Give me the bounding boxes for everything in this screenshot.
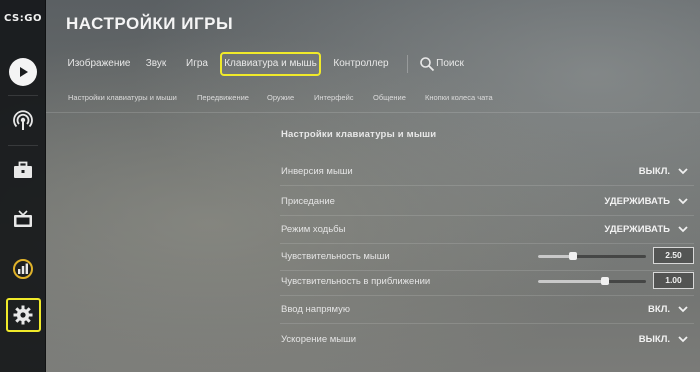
- tab-controller[interactable]: Контроллер: [333, 52, 389, 76]
- setting-value: УДЕРЖИВАТЬ: [604, 224, 670, 235]
- subtab-communication[interactable]: Общение: [373, 93, 406, 102]
- slider-thumb[interactable]: [600, 277, 609, 285]
- tab-separator: [407, 55, 408, 73]
- sidebar-divider: [8, 145, 38, 146]
- stats-icon: [13, 259, 33, 279]
- watch-tv-button[interactable]: [8, 204, 38, 234]
- subtab-interface[interactable]: Интерфейс: [314, 93, 354, 102]
- search-button[interactable]: Поиск: [436, 52, 464, 76]
- setting-label: Режим ходьбы: [281, 224, 346, 235]
- settings-highlight: [6, 298, 41, 332]
- search-icon[interactable]: [419, 56, 435, 72]
- tv-icon: [14, 209, 32, 227]
- play-button[interactable]: [8, 57, 38, 87]
- setting-value: ВКЛ.: [648, 304, 670, 315]
- tab-game[interactable]: Игра: [185, 52, 209, 76]
- subtab-movement[interactable]: Передвижение: [197, 93, 249, 102]
- briefcase-icon: [14, 161, 32, 178]
- header-divider: [46, 112, 700, 113]
- chevron-down-icon: [678, 168, 688, 175]
- section-title: Настройки клавиатуры и мыши: [281, 129, 437, 140]
- chevron-down-icon: [678, 336, 688, 343]
- setting-value: ВЫКЛ.: [638, 334, 670, 345]
- sidebar-divider: [8, 95, 38, 96]
- setting-row-crouch[interactable]: Приседание УДЕРЖИВАТЬ: [280, 187, 694, 216]
- zoom-sensitivity-input[interactable]: 1.00: [653, 272, 694, 289]
- setting-row-invert-mouse[interactable]: Инверсия мыши ВЫКЛ.: [280, 157, 694, 186]
- setting-row-zoom-sensitivity: Чувствительность в приближении 1.00: [280, 267, 694, 296]
- chevron-down-icon: [678, 198, 688, 205]
- tab-keyboard-mouse[interactable]: Клавиатура и мышь: [220, 52, 321, 76]
- sensitivity-input[interactable]: 2.50: [653, 247, 694, 264]
- subtab-weapons[interactable]: Оружие: [267, 93, 294, 102]
- slider-fill: [538, 255, 573, 258]
- tab-sound[interactable]: Звук: [144, 52, 168, 76]
- chevron-down-icon: [678, 226, 688, 233]
- setting-row-mouse-acceleration[interactable]: Ускорение мыши ВЫКЛ.: [280, 325, 694, 354]
- csgo-logo: CS:GO: [4, 13, 42, 24]
- subtab-chat-wheel[interactable]: Кнопки колеса чата: [425, 93, 493, 102]
- setting-value: ВЫКЛ.: [638, 166, 670, 177]
- setting-value: УДЕРЖИВАТЬ: [604, 196, 670, 207]
- setting-label: Ускорение мыши: [281, 334, 357, 345]
- setting-row-walk-mode[interactable]: Режим ходьбы УДЕРЖИВАТЬ: [280, 215, 694, 244]
- chevron-down-icon: [678, 306, 688, 313]
- zoom-sensitivity-slider[interactable]: [538, 277, 646, 285]
- stats-button[interactable]: [8, 254, 38, 284]
- setting-row-raw-input[interactable]: Ввод напрямую ВКЛ.: [280, 295, 694, 324]
- inventory-button[interactable]: [8, 155, 38, 185]
- tab-image[interactable]: Изображение: [66, 52, 132, 76]
- slider-thumb[interactable]: [568, 252, 577, 260]
- page-title: НАСТРОЙКИ ИГРЫ: [66, 14, 234, 33]
- watch-button[interactable]: [8, 106, 38, 136]
- setting-label: Инверсия мыши: [281, 166, 353, 177]
- sensitivity-slider[interactable]: [538, 252, 646, 260]
- slider-fill: [538, 280, 605, 283]
- subtab-keyboard-mouse-settings[interactable]: Настройки клавиатуры и мыши: [68, 93, 177, 102]
- play-icon: [9, 58, 37, 86]
- setting-label: Чувствительность мыши: [281, 251, 390, 262]
- setting-label: Приседание: [281, 196, 335, 207]
- setting-label: Чувствительность в приближении: [281, 276, 431, 287]
- broadcast-icon: [13, 110, 33, 130]
- setting-label: Ввод напрямую: [281, 304, 351, 315]
